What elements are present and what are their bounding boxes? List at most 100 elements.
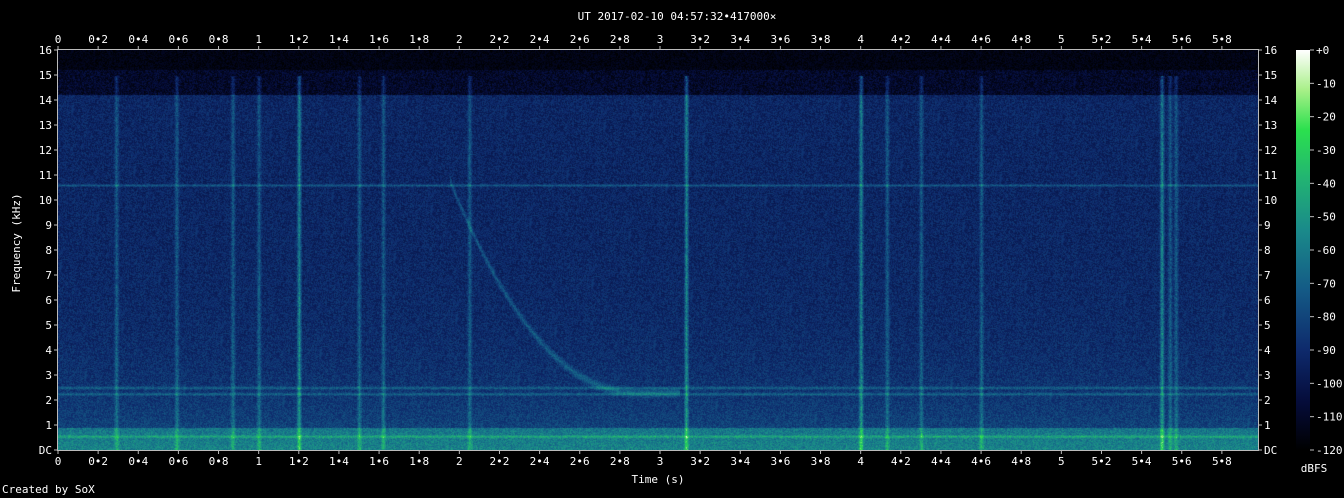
y-tick-right-label: DC <box>1264 444 1277 457</box>
spectrogram-image <box>58 50 1258 450</box>
y-tick-right-label: 16 <box>1264 44 1277 57</box>
colorbar-ticks: +0 -10 -20 -30 -40 -50 -60 -70 -80 -90 -100 -110 -12… <box>1310 44 1343 457</box>
x-tick-bottom-label: 4•4 <box>931 455 951 468</box>
y-tick-right-label: 13 <box>1264 119 1277 132</box>
x-tick-bottom-label: 1•4 <box>329 455 349 468</box>
y-tick-left-label: 6 <box>45 294 52 307</box>
y-tick-left-label: 13 <box>39 119 52 132</box>
x-tick-top-label: 3 <box>657 33 664 46</box>
x-tick-top-label: 1•8 <box>409 33 429 46</box>
x-tick-bottom-label: 2•6 <box>570 455 590 468</box>
x-tick-bottom-label: 5•6 <box>1172 455 1192 468</box>
x-tick-top-label: 2•2 <box>490 33 510 46</box>
x-tick-top-label: 5 <box>1058 33 1065 46</box>
x-tick-bottom-label: 3•2 <box>690 455 710 468</box>
x-tick-top-label: 1 <box>255 33 262 46</box>
x-tick-bottom-label: 2•4 <box>530 455 550 468</box>
y-tick-left-label: 10 <box>39 194 52 207</box>
colorbar-tick-label: -80 <box>1316 311 1336 324</box>
y-tick-right-label: 14 <box>1264 94 1278 107</box>
x-tick-top-label: 0•6 <box>168 33 188 46</box>
x-tick-top-label: 4•2 <box>891 33 911 46</box>
x-tick-top-label: 3•6 <box>770 33 790 46</box>
y-tick-right-label: 10 <box>1264 194 1277 207</box>
x-tick-bottom-label: 1•8 <box>409 455 429 468</box>
y-tick-left-label: 8 <box>45 244 52 257</box>
colorbar <box>1296 50 1310 450</box>
y-axis-label: Frequency (kHz) <box>10 193 23 292</box>
x-tick-bottom-label: 0•4 <box>128 455 148 468</box>
y-tick-left-label: 5 <box>45 319 52 332</box>
x-tick-top-label: 2 <box>456 33 463 46</box>
x-tick-top-label: 4 <box>857 33 864 46</box>
colorbar-tick-label: -20 <box>1316 111 1336 124</box>
y-tick-right-label: 7 <box>1264 269 1271 282</box>
colorbar-tick-label: -30 <box>1316 144 1336 157</box>
x-tick-top-label: 3•2 <box>690 33 710 46</box>
x-tick-top-label: 1•6 <box>369 33 389 46</box>
y-tick-left-label: 4 <box>45 344 52 357</box>
x-tick-top-label: 5•6 <box>1172 33 1192 46</box>
spectrogram-chart: UT 2017-02-10 04:57:32•417000× 0 0•2 0•4 0•… <box>10 10 1343 486</box>
x-tick-top-label: 3•8 <box>811 33 831 46</box>
x-tick-bottom-label: 4•8 <box>1011 455 1031 468</box>
x-tick-top-label: 1•2 <box>289 33 309 46</box>
colorbar-tick-label: -60 <box>1316 244 1336 257</box>
x-tick-bottom-label: 4•6 <box>971 455 991 468</box>
y-tick-left-label: 12 <box>39 144 52 157</box>
x-tick-bottom-label: 5•8 <box>1212 455 1232 468</box>
colorbar-tick-label: -110 <box>1316 411 1343 424</box>
x-tick-top-label: 2•8 <box>610 33 630 46</box>
colorbar-label: dBFS <box>1301 462 1328 475</box>
y-tick-left-label: 3 <box>45 369 52 382</box>
x-tick-top-label: 0 <box>55 33 62 46</box>
x-tick-bottom-label: 2•8 <box>610 455 630 468</box>
y-tick-left-label: DC <box>39 444 52 457</box>
y-tick-right-label: 15 <box>1264 69 1277 82</box>
x-tick-bottom-label: 5•2 <box>1092 455 1112 468</box>
colorbar-tick-label: -100 <box>1316 377 1343 390</box>
x-tick-top-label: 5•8 <box>1212 33 1232 46</box>
y-tick-left-label: 9 <box>45 219 52 232</box>
x-axis-label: Time (s) <box>632 473 685 486</box>
credit-text: Created by SoX <box>2 483 95 496</box>
colorbar-tick-label: -70 <box>1316 277 1336 290</box>
x-tick-top-label: 2•4 <box>530 33 550 46</box>
x-tick-bottom-label: 5•4 <box>1132 455 1152 468</box>
colorbar-tick-label: -120 <box>1316 444 1343 457</box>
y-axis-left: DC12345678910111213141516 <box>39 44 58 457</box>
y-tick-left-label: 11 <box>39 169 52 182</box>
y-tick-right-label: 4 <box>1264 344 1271 357</box>
x-tick-bottom-label: 4 <box>857 455 864 468</box>
y-tick-right-label: 6 <box>1264 294 1271 307</box>
x-tick-bottom-label: 3•6 <box>770 455 790 468</box>
x-tick-top-label: 3•4 <box>730 33 750 46</box>
x-tick-top-label: 5•2 <box>1092 33 1112 46</box>
y-tick-right-label: 12 <box>1264 144 1277 157</box>
x-tick-top-label: 0•4 <box>128 33 148 46</box>
x-tick-bottom-label: 1 <box>255 455 262 468</box>
x-tick-bottom-label: 4•2 <box>891 455 911 468</box>
x-tick-bottom-label: 0•2 <box>88 455 108 468</box>
x-tick-top-label: 4•8 <box>1011 33 1031 46</box>
x-tick-bottom-label: 1•2 <box>289 455 309 468</box>
x-tick-top-label: 4•4 <box>931 33 951 46</box>
x-tick-top-label: 0•2 <box>88 33 108 46</box>
x-axis-top: 0 0•2 0•4 0•6 0•8 1 1•2 1•4 1•6 1•8 2 2•2 2•4 2•6 2•8 3… <box>55 33 1232 50</box>
x-tick-bottom-label: 3•8 <box>811 455 831 468</box>
x-tick-bottom-label: 3•4 <box>730 455 750 468</box>
x-tick-bottom-label: 2•2 <box>490 455 510 468</box>
x-tick-top-label: 1•4 <box>329 33 349 46</box>
x-tick-top-label: 4•6 <box>971 33 991 46</box>
x-axis-bottom: 0 0•2 0•4 0•6 0•8 1 1•2 1•4 1•6 1•8 2 2•2 2•4 2•6 2•8 3… <box>55 450 1232 468</box>
x-tick-bottom-label: 0•6 <box>168 455 188 468</box>
colorbar-tick-label: -90 <box>1316 344 1336 357</box>
x-tick-top-label: 5•4 <box>1132 33 1152 46</box>
chart-title: UT 2017-02-10 04:57:32•417000× <box>578 10 777 23</box>
y-tick-right-label: 1 <box>1264 419 1271 432</box>
y-tick-left-label: 15 <box>39 69 52 82</box>
colorbar-tick-label: +0 <box>1316 44 1329 57</box>
y-tick-left-label: 2 <box>45 394 52 407</box>
y-tick-right-label: 5 <box>1264 319 1271 332</box>
x-tick-bottom-label: 5 <box>1058 455 1065 468</box>
